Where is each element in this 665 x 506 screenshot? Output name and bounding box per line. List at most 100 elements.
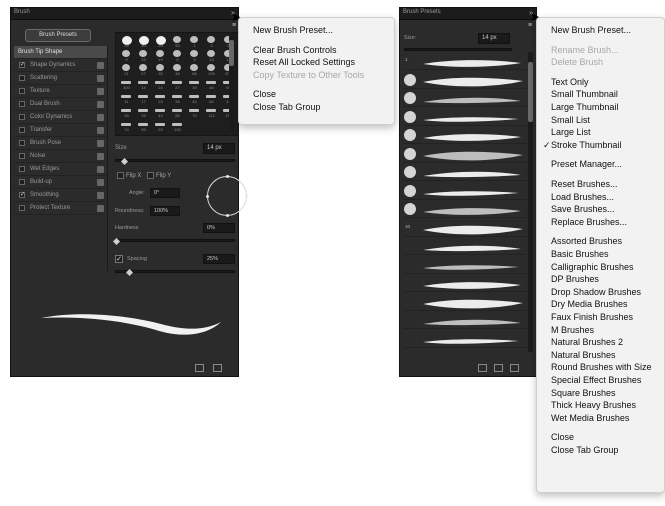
brush-tip[interactable]: 25 [153,36,168,48]
hardness-slider[interactable] [115,239,235,242]
brush-tip[interactable]: 1 [187,36,202,48]
create-brush-icon[interactable] [195,364,204,372]
menu-item[interactable]: Natural Brushes [551,349,616,361]
section-checkbox[interactable] [19,140,25,146]
sidebar-item[interactable]: Build-up [14,176,107,189]
size-field[interactable]: 14 px [203,143,235,154]
menu-item[interactable]: Close Tab Group [551,444,618,456]
brush-tip[interactable]: 100 [204,64,219,76]
menu-item[interactable]: Preset Manager... [551,158,622,170]
presets-scrollbar[interactable] [528,52,533,352]
brush-presets-list[interactable]: 1 10 [403,52,527,352]
brush-tip-grid[interactable]: 2550255013591319591317212735456510020030… [115,32,239,136]
lock-icon[interactable] [97,140,104,147]
angle-field[interactable]: 0° [150,188,180,198]
menu-item[interactable]: Assorted Brushes [551,235,622,247]
spacing-checkbox[interactable]: ✓ [115,255,123,263]
lock-icon[interactable] [97,166,104,173]
lock-icon[interactable] [97,88,104,95]
brush-tip[interactable]: 25 [119,36,134,48]
brush-panel-titlebar[interactable]: Brush » [11,8,238,20]
sidebar-item[interactable]: Transfer [14,124,107,137]
brush-tip[interactable]: 23 [153,92,168,104]
sidebar-item[interactable]: ✓ Smoothing [14,189,107,202]
dial-handle[interactable] [245,195,248,198]
menu-item[interactable]: Round Brushes with Size [551,361,652,373]
menu-item[interactable]: Special Effect Brushes [551,374,641,386]
dial-handle[interactable] [226,175,229,178]
preset-row[interactable] [403,108,527,126]
scroll-thumb[interactable] [229,40,234,66]
brush-presets-button[interactable]: Brush Presets [25,29,91,42]
preset-row[interactable] [403,200,527,218]
brush-tip[interactable]: 33 [136,106,151,118]
section-checkbox[interactable] [19,127,25,133]
new-preset-icon[interactable] [213,364,222,372]
section-checkbox[interactable] [19,166,25,172]
brush-tip[interactable]: 11 [119,92,134,104]
brush-tip[interactable]: 21 [119,64,134,76]
presets-panel-tab[interactable]: Brush Presets [403,9,441,15]
brush-tip[interactable]: 24 [153,78,168,90]
sidebar-item[interactable]: Scattering [14,72,107,85]
brush-tip[interactable]: 46 [204,78,219,90]
presets-size-slider[interactable] [404,48,512,51]
menu-item[interactable]: Large Thumbnail [551,101,618,113]
brush-tip[interactable]: 192 [170,120,185,132]
section-checkbox[interactable] [19,153,25,159]
flip-y-checkbox[interactable] [147,172,155,179]
menu-item[interactable]: Faux Finish Brushes [551,311,633,323]
menu-item[interactable]: Reset Brushes... [551,178,618,190]
brush-tip[interactable]: 50 [136,36,151,48]
brush-tip[interactable]: 42 [153,106,168,118]
menu-item[interactable]: Dry Media Brushes [551,298,628,310]
preset-row[interactable] [403,311,527,329]
sidebar-item[interactable]: Brush Tip Shape [14,46,107,59]
preset-row[interactable]: 1 [403,52,527,70]
menu-item[interactable]: Clear Brush Controls [253,44,337,56]
brush-tip[interactable]: 9 [119,50,134,62]
angle-roundness-dial[interactable] [206,175,248,217]
section-checkbox[interactable] [19,114,25,120]
dial-handle[interactable] [206,195,209,198]
menu-item[interactable]: Small Thumbnail [551,88,618,100]
lock-icon[interactable] [97,205,104,212]
brush-tip[interactable]: 300 [119,78,134,90]
dial-handle[interactable] [226,214,229,217]
preset-row[interactable] [403,163,527,181]
spacing-field[interactable]: 25% [203,254,235,264]
preset-row[interactable] [403,145,527,163]
brush-tip[interactable]: 27 [170,78,185,90]
section-checkbox[interactable] [19,88,25,94]
sidebar-item[interactable]: Wet Edges [14,163,107,176]
menu-item[interactable]: Thick Heavy Brushes [551,399,636,411]
scroll-thumb[interactable] [528,62,533,122]
brush-tip[interactable]: 36 [170,92,185,104]
brush-tip[interactable]: 19 [153,50,168,62]
section-checkbox[interactable] [19,205,25,211]
trash-icon[interactable] [510,364,519,372]
create-brush-icon[interactable] [478,364,487,372]
presets-panel-titlebar[interactable]: Brush Presets » [400,8,536,20]
brush-tip[interactable]: 112 [204,106,219,118]
menu-item[interactable]: Natural Brushes 2 [551,336,623,348]
menu-item[interactable]: Close [551,431,574,443]
brush-tip[interactable]: 27 [136,64,151,76]
brush-tip[interactable]: 74 [119,120,134,132]
preset-row[interactable] [403,256,527,274]
roundness-field[interactable]: 100% [150,206,180,216]
menu-item[interactable]: New Brush Preset... [253,24,333,36]
size-slider[interactable] [115,159,235,162]
sidebar-item[interactable]: ✓ Shape Dynamics [14,59,107,72]
lock-icon[interactable] [97,127,104,134]
lock-icon[interactable] [97,114,104,121]
lock-icon[interactable] [97,192,104,199]
brush-tip[interactable]: 3 [204,36,219,48]
hardness-field[interactable]: 0% [203,223,235,233]
preset-row[interactable] [403,330,527,348]
brush-tip[interactable]: 13 [136,50,151,62]
brush-tip[interactable]: 9 [187,50,202,62]
menu-item[interactable]: M Brushes [551,324,594,336]
lock-icon[interactable] [97,75,104,82]
preset-row[interactable] [403,126,527,144]
